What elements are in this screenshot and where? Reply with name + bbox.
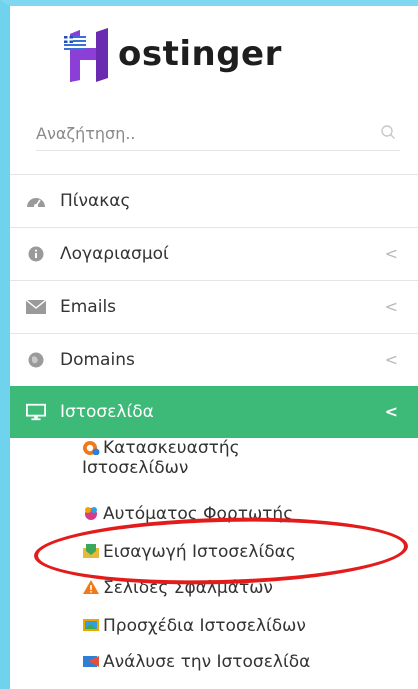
submenu-item-website-templates[interactable]: Προσχέδια Ιστοσελίδων — [82, 616, 306, 636]
menu-item-website[interactable]: Ιστοσελίδα < — [10, 386, 418, 438]
menu-item-label: Ιστοσελίδα — [60, 402, 154, 422]
submenu-item-analyze-website[interactable]: Ανάλυσε την Ιστοσελίδα — [82, 652, 310, 672]
search-icon[interactable] — [380, 124, 396, 140]
chevron-left-icon[interactable]: < — [385, 297, 398, 316]
menu-item-domains[interactable]: Domains < — [10, 333, 418, 386]
chevron-left-icon[interactable]: < — [385, 350, 398, 369]
chevron-left-icon[interactable]: < — [385, 402, 398, 421]
menu-item-label: Πίνακας — [60, 191, 131, 211]
menu-item-label: Domains — [60, 350, 135, 370]
menu-item-accounts[interactable]: Λογαριασμοί < — [10, 227, 418, 280]
warning-icon — [83, 580, 99, 594]
submenu-item-website-builder[interactable]: Κατασκευαστής Ιστοσελίδων — [82, 438, 240, 478]
submenu-item-label: Προσχέδια Ιστοσελίδων — [103, 616, 306, 636]
auto-installer-icon — [85, 507, 97, 520]
submenu-item-label-line2: Ιστοσελίδων — [82, 458, 189, 478]
brand-name: ostinger — [118, 34, 282, 74]
main-menu: Πίνακας Λογαριασμοί < Emails < Domains < — [10, 174, 418, 438]
menu-item-emails[interactable]: Emails < — [10, 280, 418, 333]
menu-item-label: Λογαριασμοί — [60, 244, 169, 264]
search-box — [36, 118, 400, 151]
brand-logo[interactable]: ostinger — [56, 18, 386, 88]
analyze-icon — [83, 656, 99, 667]
dashboard-icon — [26, 192, 46, 210]
templates-icon — [83, 619, 99, 631]
monitor-icon — [26, 403, 46, 421]
hostinger-h-logo-icon — [64, 28, 108, 82]
sidebar: ostinger Πίνακας Λογαριασμοί < Email — [10, 6, 418, 689]
submenu-item-label: Κατασκευαστής — [103, 438, 240, 458]
info-icon — [26, 245, 46, 263]
menu-item-dashboard[interactable]: Πίνακας — [10, 174, 418, 227]
globe-icon — [26, 351, 46, 369]
menu-item-label: Emails — [60, 297, 117, 317]
submenu-item-label: Ανάλυσε την Ιστοσελίδα — [103, 652, 311, 672]
red-highlight-circle — [33, 513, 409, 589]
builder-icon — [83, 441, 100, 455]
mail-icon — [26, 298, 46, 316]
search-input[interactable] — [36, 118, 356, 148]
chevron-left-icon[interactable]: < — [385, 244, 398, 263]
